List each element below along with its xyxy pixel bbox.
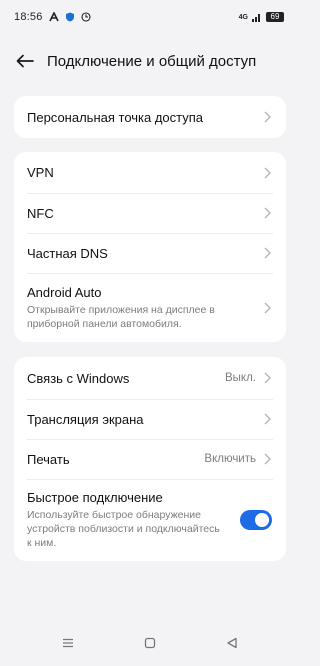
windows-link-item[interactable]: Связь с Windows Выкл.: [14, 357, 286, 399]
row-text: Android Auto Открывайте приложения на ди…: [27, 285, 262, 331]
status-time: 18:56: [14, 11, 43, 23]
status-bar: 18:56 4G 69: [0, 0, 300, 34]
windows-link-label: Связь с Windows: [27, 370, 130, 386]
row-text: Персональная точка доступа: [27, 110, 262, 125]
chevron-right-icon: [262, 412, 272, 426]
navigation-bar: [0, 620, 300, 666]
page-title: Подключение и общий доступ: [47, 52, 257, 70]
row-text: Связь с Windows: [27, 371, 225, 386]
screen-cast-item[interactable]: Трансляция экрана: [14, 399, 286, 439]
battery-icon: 69: [266, 12, 284, 22]
row-text: NFC: [27, 206, 262, 221]
chevron-right-icon: [262, 110, 272, 124]
settings-card-devices: Связь с Windows Выкл. Трансляция экрана …: [14, 357, 286, 561]
chevron-right-icon: [262, 246, 272, 260]
private-dns-label: Частная DNS: [27, 245, 108, 261]
row-text: Трансляция экрана: [27, 412, 262, 427]
print-item[interactable]: Печать Включить: [14, 439, 286, 479]
row-text: VPN: [27, 165, 262, 180]
nfc-label: NFC: [27, 205, 54, 221]
quick-connect-subtitle: Используйте быстрое обнаружение устройст…: [27, 509, 220, 549]
settings-card-network: VPN NFC Частная DNS Android Auto Открыва…: [14, 152, 286, 342]
back-arrow-icon[interactable]: [12, 48, 38, 74]
signal-icon: [252, 14, 260, 22]
shield-icon: [65, 12, 74, 22]
print-value: Включить: [204, 453, 256, 465]
android-auto-subtitle: Открывайте приложения на дисплее в прибо…: [27, 303, 215, 330]
vpn-item[interactable]: VPN: [14, 152, 286, 193]
vpn-label: VPN: [27, 165, 54, 180]
status-right: 4G 69: [239, 12, 284, 22]
personal-hotspot-item[interactable]: Персональная точка доступа: [14, 96, 286, 138]
menu-icon[interactable]: [56, 631, 80, 655]
status-left: 18:56: [14, 11, 91, 23]
chevron-right-icon: [262, 206, 272, 220]
toggle-knob: [255, 513, 269, 527]
row-text: Частная DNS: [27, 246, 262, 261]
row-text: Печать: [27, 452, 204, 467]
clock-icon: [80, 12, 91, 22]
network-type: 4G: [238, 13, 248, 21]
screen-cast-label: Трансляция экрана: [27, 411, 144, 427]
settings-card-hotspot: Персональная точка доступа: [14, 96, 286, 138]
chevron-right-icon: [262, 301, 272, 315]
chevron-right-icon: [262, 452, 272, 466]
android-auto-label: Android Auto: [27, 284, 102, 300]
row-text: Быстрое подключение Используйте быстрое …: [27, 490, 232, 550]
personal-hotspot-label: Персональная точка доступа: [27, 109, 204, 125]
android-auto-item[interactable]: Android Auto Открывайте приложения на ди…: [14, 273, 286, 342]
quick-connect-toggle[interactable]: [240, 510, 272, 530]
quick-connect-label: Быстрое подключение: [27, 490, 163, 505]
home-icon[interactable]: [138, 631, 162, 655]
chevron-right-icon: [262, 371, 272, 385]
app-header: Подключение и общий доступ: [0, 44, 300, 78]
quick-connect-item: Быстрое подключение Используйте быстрое …: [14, 479, 286, 561]
app-a-icon: [48, 12, 59, 22]
back-icon[interactable]: [220, 631, 244, 655]
print-label: Печать: [27, 451, 70, 467]
nfc-item[interactable]: NFC: [14, 193, 286, 233]
windows-link-value: Выкл.: [224, 372, 256, 384]
private-dns-item[interactable]: Частная DNS: [14, 233, 286, 273]
chevron-right-icon: [262, 166, 272, 180]
